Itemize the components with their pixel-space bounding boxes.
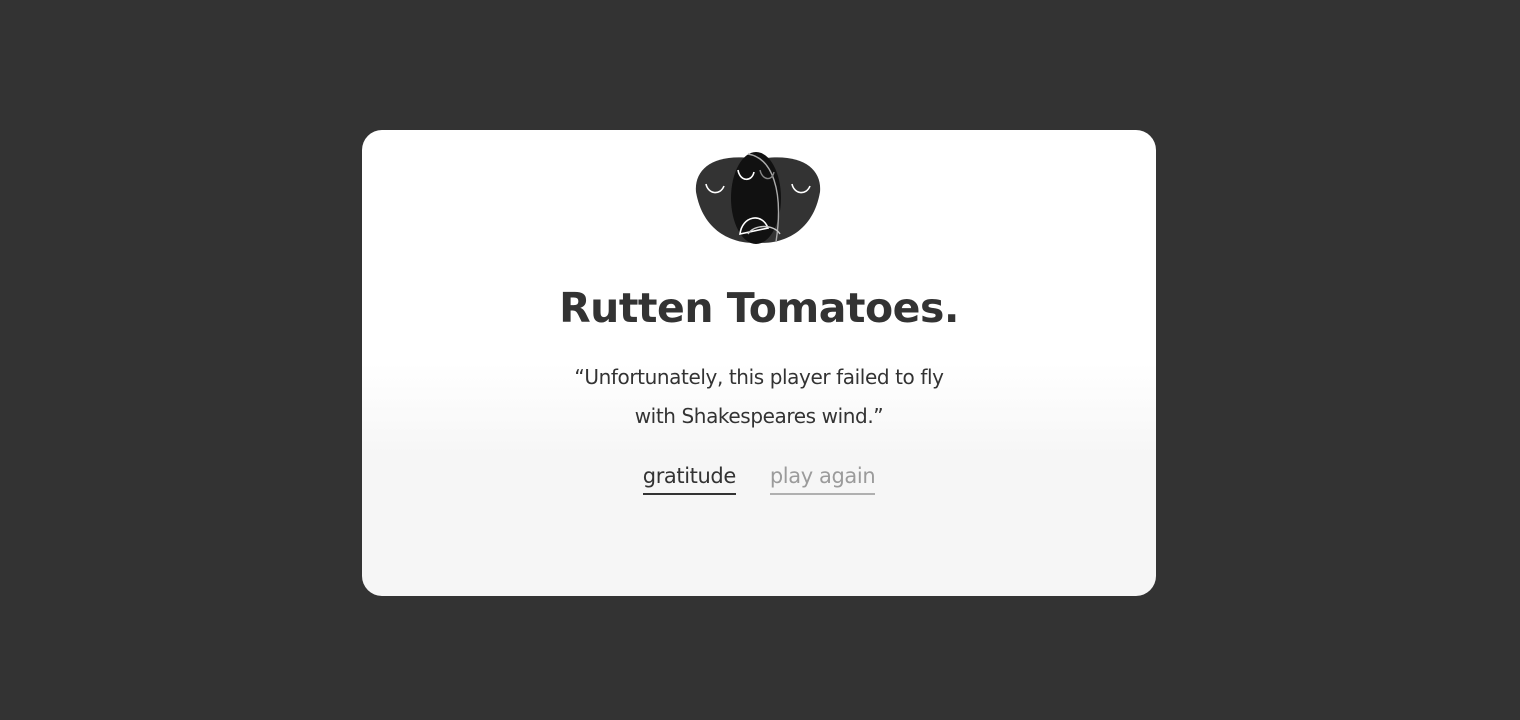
game-over-card: Rutten Tomatoes. “Unfortunately, this pl… (362, 130, 1156, 596)
theatre-masks-icon (692, 150, 824, 248)
action-links: gratitude play again (362, 460, 1156, 495)
gratitude-link[interactable]: gratitude (642, 460, 736, 495)
result-title: Rutten Tomatoes. (559, 284, 959, 332)
play-again-link[interactable]: play again (769, 460, 876, 495)
result-quote: “Unfortunately, this player failed to fl… (542, 358, 976, 436)
quote-line-2: with Shakespeares wind.” (634, 404, 884, 428)
quote-line-1: “Unfortunately, this player failed to fl… (574, 365, 944, 389)
